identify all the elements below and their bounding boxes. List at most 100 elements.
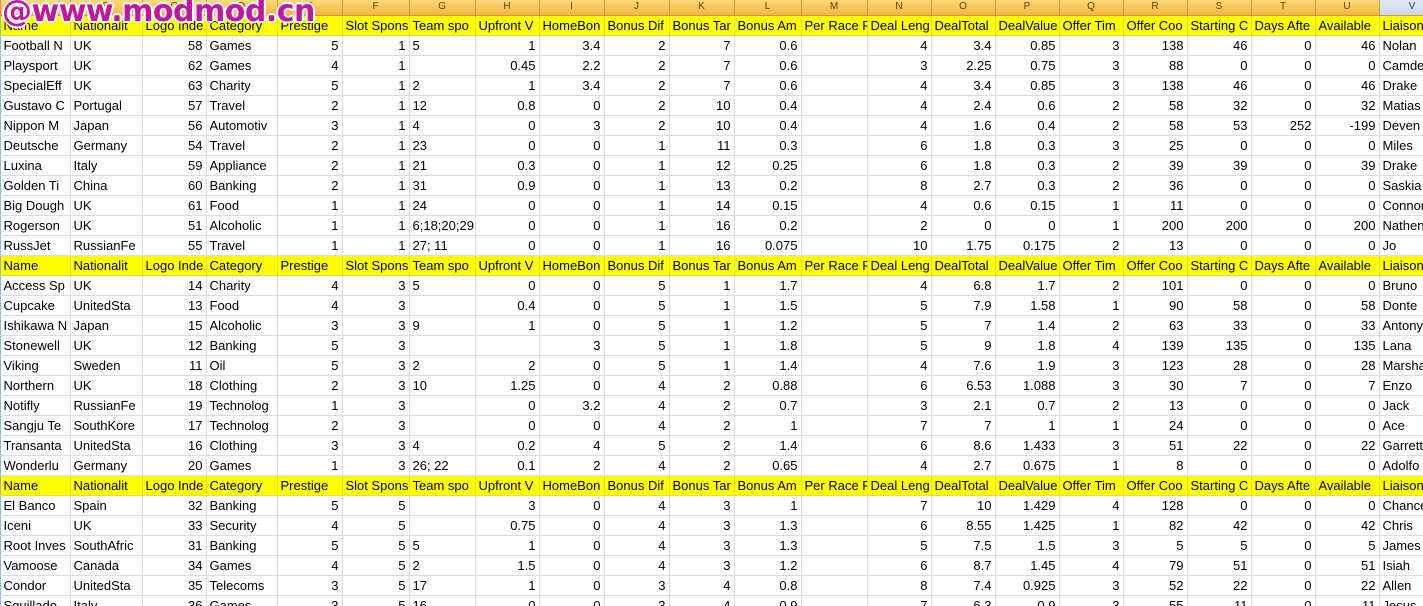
column-header-r[interactable]: R [1123, 0, 1188, 16]
data-cell[interactable]: 0 [1251, 295, 1316, 316]
data-cell[interactable]: 12 [669, 155, 735, 176]
data-cell[interactable]: Condor [0, 575, 71, 596]
data-cell[interactable] [409, 335, 476, 356]
data-cell[interactable]: 28 [1315, 355, 1380, 376]
data-cell[interactable]: Germany [70, 455, 143, 476]
data-cell[interactable]: 1 [277, 395, 343, 416]
table-row[interactable]: 12RussJetRussianFe55Travel1127; 11001160… [0, 235, 1423, 256]
data-cell[interactable]: 0 [539, 235, 605, 256]
data-cell[interactable] [801, 335, 868, 356]
data-cell[interactable] [801, 515, 868, 536]
data-cell[interactable]: 42 [1187, 515, 1252, 536]
data-cell[interactable]: 22 [1315, 435, 1380, 456]
data-cell[interactable]: 3 [342, 315, 410, 336]
column-label-cell[interactable]: DealValue [995, 255, 1060, 276]
data-cell[interactable]: 46 [1187, 75, 1252, 96]
data-cell[interactable]: 1 [669, 295, 735, 316]
data-cell[interactable]: 5 [1315, 535, 1380, 556]
data-cell[interactable]: Nolan [1379, 35, 1423, 56]
column-label-cell[interactable]: DealValue [995, 475, 1060, 496]
data-cell[interactable]: 1 [1059, 515, 1124, 536]
data-cell[interactable]: 0 [1251, 575, 1316, 596]
data-cell[interactable]: 0 [1315, 415, 1380, 436]
data-cell[interactable]: 0.3 [995, 175, 1060, 196]
data-cell[interactable]: Clothing [206, 375, 278, 396]
data-cell[interactable]: 128 [1123, 495, 1188, 516]
column-label-cell[interactable]: DealTotal [931, 475, 996, 496]
data-cell[interactable]: 5 [277, 75, 343, 96]
data-cell[interactable]: 3 [669, 515, 735, 536]
data-cell[interactable]: UK [70, 515, 143, 536]
data-cell[interactable]: 3 [867, 55, 932, 76]
data-cell[interactable]: 46 [1315, 75, 1380, 96]
data-cell[interactable]: Games [206, 595, 278, 606]
data-cell[interactable]: Spain [70, 495, 143, 516]
data-cell[interactable]: 0 [1315, 455, 1380, 476]
data-cell[interactable] [801, 395, 868, 416]
data-cell[interactable]: 5 [867, 335, 932, 356]
data-cell[interactable]: Food [206, 195, 278, 216]
data-cell[interactable]: 4 [539, 435, 605, 456]
data-cell[interactable]: 0.6 [734, 35, 802, 56]
column-label-cell[interactable]: DealValue [995, 15, 1060, 36]
data-cell[interactable]: 12 [142, 335, 207, 356]
data-cell[interactable]: Viking [0, 355, 71, 376]
column-label-cell[interactable]: Nationalit [70, 475, 143, 496]
data-cell[interactable]: Automotiv [206, 115, 278, 136]
data-cell[interactable]: 3 [277, 435, 343, 456]
data-cell[interactable]: 13 [669, 175, 735, 196]
data-cell[interactable] [801, 115, 868, 136]
data-cell[interactable]: 1 [342, 55, 410, 76]
column-header-l[interactable]: L [734, 0, 802, 16]
data-cell[interactable] [801, 175, 868, 196]
data-cell[interactable]: 46 [1315, 35, 1380, 56]
data-cell[interactable]: 3 [342, 275, 410, 296]
data-cell[interactable]: 3 [669, 555, 735, 576]
data-cell[interactable]: 11 [142, 355, 207, 376]
data-cell[interactable]: 0 [539, 535, 605, 556]
data-cell[interactable]: Luxina [0, 155, 71, 176]
data-cell[interactable]: 1 [475, 35, 540, 56]
column-label-cell[interactable]: Prestige [277, 255, 343, 276]
column-label-cell[interactable]: DealTotal [931, 255, 996, 276]
data-cell[interactable]: 2 [539, 455, 605, 476]
data-cell[interactable]: 1.5 [995, 535, 1060, 556]
data-cell[interactable]: 39 [1315, 155, 1380, 176]
data-cell[interactable]: 0 [539, 95, 605, 116]
data-cell[interactable]: 2 [277, 175, 343, 196]
data-cell[interactable]: 0.675 [995, 455, 1060, 476]
data-cell[interactable]: Banking [206, 495, 278, 516]
data-cell[interactable]: 6.8 [931, 275, 996, 296]
data-cell[interactable]: 13 [1123, 395, 1188, 416]
data-cell[interactable]: 252 [1251, 115, 1316, 136]
data-cell[interactable]: 5 [604, 275, 670, 296]
data-cell[interactable]: 7 [1315, 375, 1380, 396]
column-header-g[interactable]: G [409, 0, 476, 16]
column-label-cell[interactable]: Bonus Am [734, 15, 802, 36]
data-cell[interactable]: 0 [1251, 275, 1316, 296]
data-cell[interactable] [801, 95, 868, 116]
data-cell[interactable]: 1 [995, 415, 1060, 436]
data-cell[interactable]: 3 [1059, 135, 1124, 156]
data-cell[interactable]: 1 [342, 175, 410, 196]
data-cell[interactable]: 2 [475, 355, 540, 376]
data-cell[interactable]: Miles [1379, 135, 1423, 156]
data-cell[interactable] [409, 415, 476, 436]
data-cell[interactable]: UK [70, 35, 143, 56]
data-cell[interactable]: 5 [604, 435, 670, 456]
data-cell[interactable]: 3 [1059, 75, 1124, 96]
data-cell[interactable]: 4 [604, 415, 670, 436]
data-cell[interactable]: 55 [142, 235, 207, 256]
data-cell[interactable]: 82 [1123, 515, 1188, 536]
column-label-cell[interactable]: Starting C [1187, 255, 1252, 276]
data-cell[interactable]: 0 [1315, 195, 1380, 216]
data-cell[interactable]: 1.25 [475, 375, 540, 396]
data-cell[interactable] [801, 155, 868, 176]
data-cell[interactable]: 0 [1187, 455, 1252, 476]
data-cell[interactable]: Jo [1379, 235, 1423, 256]
data-cell[interactable]: 0 [539, 275, 605, 296]
data-cell[interactable]: Notifly [0, 395, 71, 416]
data-cell[interactable]: 7.6 [931, 355, 996, 376]
column-label-cell[interactable]: Name [0, 475, 71, 496]
data-cell[interactable]: 135 [1187, 335, 1252, 356]
